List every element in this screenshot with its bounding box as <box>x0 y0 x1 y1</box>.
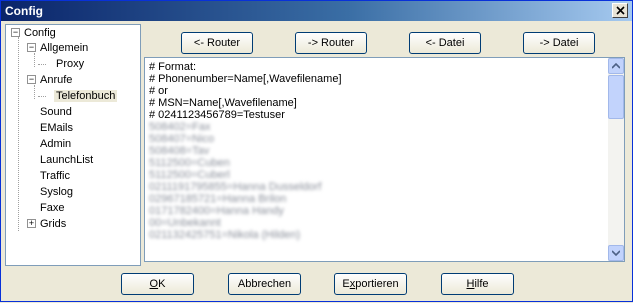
tree-label: Sound <box>40 106 72 118</box>
editor-line-redacted: 00=Unbekannt <box>149 217 221 229</box>
file-load-button[interactable]: <- Datei <box>409 32 481 54</box>
ok-accelerator: O <box>149 278 159 290</box>
editor-line: # Phonenumber=Name[,Wavefilename] <box>149 73 342 85</box>
window-title: Config <box>5 4 43 18</box>
router-upload-button[interactable]: -> Router <box>295 32 367 54</box>
tree-label: Config <box>24 27 56 39</box>
tree-label: LaunchList <box>40 154 94 166</box>
tree-node-sound[interactable]: Sound <box>40 105 72 119</box>
close-button[interactable] <box>612 3 628 18</box>
collapse-icon[interactable]: − <box>27 43 36 52</box>
config-window: Config − Config − Allgemein Proxy − Anru… <box>0 0 633 302</box>
cancel-button[interactable]: Abbrechen <box>228 273 301 295</box>
tree-node-telefonbuch[interactable]: Telefonbuch <box>54 89 118 103</box>
editor-line-redacted: 5112500=Cuben <box>149 157 230 169</box>
arrow-down-icon <box>612 250 620 256</box>
expand-icon[interactable]: + <box>27 219 36 228</box>
editor-line-redacted: 508407=Nico <box>149 133 215 145</box>
editor-line-redacted: 02967185721=Hanna Brilon <box>149 193 287 205</box>
tree-label: Grids <box>40 218 67 230</box>
export-button[interactable]: Exportieren <box>334 273 407 295</box>
scroll-up-button[interactable] <box>608 58 624 74</box>
tree-node-proxy[interactable]: Proxy <box>56 57 84 71</box>
help-label: ilfe <box>474 278 489 290</box>
tree-connector <box>18 37 19 231</box>
editor-content[interactable]: # Format: # Phonenumber=Name[,Wavefilena… <box>149 61 607 241</box>
tree-label: Admin <box>40 138 72 150</box>
file-save-button[interactable]: -> Datei <box>523 32 595 54</box>
tree-label: Proxy <box>56 58 85 70</box>
ok-label: K <box>158 278 166 290</box>
config-tree[interactable]: − Config − Allgemein Proxy − Anrufe Tele… <box>5 24 141 266</box>
collapse-icon[interactable]: − <box>27 75 36 84</box>
tree-connector <box>38 96 46 97</box>
editor-line: # Format: <box>149 61 197 73</box>
tree-node-launchlist[interactable]: LaunchList <box>40 153 93 167</box>
tree-label: Syslog <box>40 186 74 198</box>
help-button[interactable]: Hilfe <box>441 273 514 295</box>
editor-line: # 0241123456789=Testuser <box>149 109 285 121</box>
editor-line-redacted: 0211191795855=Hanna Dusseldorf <box>149 181 322 193</box>
tree-label: Allgemein <box>40 42 89 54</box>
tree-label: Telefonbuch <box>54 90 118 102</box>
title-bar[interactable]: Config <box>1 1 632 21</box>
tree-node-traffic[interactable]: Traffic <box>40 169 70 183</box>
tree-connector <box>34 53 35 67</box>
editor-line-redacted: 508408=Tav <box>149 145 210 157</box>
editor-line-redacted: 0171782400=Hanna Handy <box>149 205 284 217</box>
export-label-start: E <box>342 278 350 290</box>
scroll-down-button[interactable] <box>608 245 624 261</box>
editor-line-redacted: 021132425751=Nikola (Hilden) <box>149 229 301 241</box>
arrow-up-icon <box>612 63 620 69</box>
tree-connector <box>38 64 46 65</box>
tree-label: Traffic <box>40 170 70 182</box>
editor-line-redacted: 5112500=Cuberl <box>149 169 230 181</box>
tree-node-faxe[interactable]: Faxe <box>40 201 64 215</box>
tree-connector <box>34 85 35 99</box>
export-label-end: portieren <box>355 278 399 290</box>
scroll-thumb[interactable] <box>608 75 624 119</box>
phonebook-editor[interactable]: # Format: # Phonenumber=Name[,Wavefilena… <box>144 57 625 262</box>
tree-node-syslog[interactable]: Syslog <box>40 185 73 199</box>
close-icon <box>615 6 625 15</box>
vertical-scrollbar[interactable] <box>608 58 624 261</box>
editor-line: # or <box>149 85 168 97</box>
router-download-button[interactable]: <- Router <box>181 32 253 54</box>
editor-line: # MSN=Name[,Wavefilename] <box>149 97 297 109</box>
ok-button[interactable]: OK <box>121 273 194 295</box>
editor-line-redacted: 508402=Fax <box>149 121 211 133</box>
tree-label: Anrufe <box>40 74 73 86</box>
tree-node-admin[interactable]: Admin <box>40 137 71 151</box>
tree-node-emails[interactable]: EMails <box>40 121 73 135</box>
tree-label: Faxe <box>40 202 65 214</box>
dialog-button-bar: OK Abbrechen Exportieren Hilfe <box>1 269 633 303</box>
collapse-icon[interactable]: − <box>11 28 20 37</box>
tree-label: EMails <box>40 122 74 134</box>
